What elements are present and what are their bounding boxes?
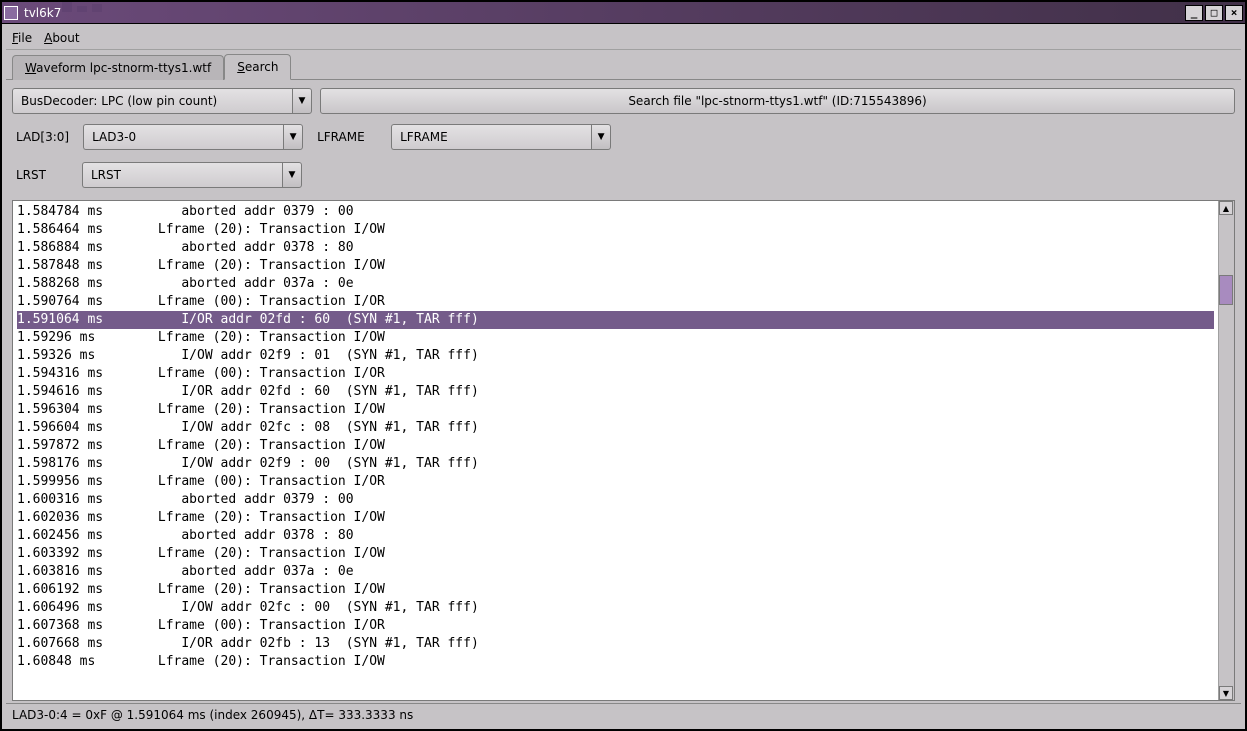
chevron-down-icon[interactable]: ▼ <box>283 124 303 150</box>
scroll-down-icon[interactable]: ▼ <box>1219 686 1233 700</box>
list-row[interactable]: 1.594616 ms I/OR addr 02fd : 60 (SYN #1,… <box>17 383 1214 401</box>
params-row-2: LRST LRST ▼ <box>6 156 1241 194</box>
list-row[interactable]: 1.607668 ms I/OR addr 02fb : 13 (SYN #1,… <box>17 635 1214 653</box>
tab-search[interactable]: Search <box>224 54 291 80</box>
menu-about[interactable]: About <box>44 31 80 45</box>
chevron-down-icon[interactable]: ▼ <box>292 88 312 114</box>
lrst-value: LRST <box>82 162 282 188</box>
lad-label: LAD[3:0] <box>16 130 69 144</box>
lframe-combo[interactable]: LFRAME ▼ <box>391 124 611 150</box>
list-row[interactable]: 1.586884 ms aborted addr 0378 : 80 <box>17 239 1214 257</box>
scroll-thumb[interactable] <box>1219 275 1233 305</box>
lframe-value: LFRAME <box>391 124 591 150</box>
lrst-combo[interactable]: LRST ▼ <box>82 162 302 188</box>
list-row[interactable]: 1.59326 ms I/OW addr 02f9 : 01 (SYN #1, … <box>17 347 1214 365</box>
search-file-label: Search file "lpc-stnorm-ttys1.wtf" (ID:7… <box>628 94 926 108</box>
chevron-down-icon[interactable]: ▼ <box>591 124 611 150</box>
results-area: 1.584784 ms aborted addr 0379 : 001.5864… <box>12 200 1235 701</box>
list-row[interactable]: 1.602036 ms Lframe (20): Transaction I/O… <box>17 509 1214 527</box>
chevron-down-icon[interactable]: ▼ <box>282 162 302 188</box>
list-row[interactable]: 1.588268 ms aborted addr 037a : 0e <box>17 275 1214 293</box>
app-icon <box>4 6 18 20</box>
menubar: File About <box>6 26 1241 50</box>
lrst-label: LRST <box>16 168 68 182</box>
list-row[interactable]: 1.591064 ms I/OR addr 02fd : 60 (SYN #1,… <box>17 311 1214 329</box>
list-row[interactable]: 1.596604 ms I/OW addr 02fc : 08 (SYN #1,… <box>17 419 1214 437</box>
maximize-button[interactable]: □ <box>1205 5 1223 21</box>
list-row[interactable]: 1.60848 ms Lframe (20): Transaction I/OW <box>17 653 1214 671</box>
params-row-1: LAD[3:0] LAD3-0 ▼ LFRAME LFRAME ▼ <box>6 118 1241 156</box>
list-row[interactable]: 1.584784 ms aborted addr 0379 : 00 <box>17 203 1214 221</box>
list-row[interactable]: 1.594316 ms Lframe (00): Transaction I/O… <box>17 365 1214 383</box>
tabstrip: Waveform lpc-stnorm-ttys1.wtf Search <box>6 50 1241 80</box>
lad-combo[interactable]: LAD3-0 ▼ <box>83 124 303 150</box>
statusbar: LAD3-0:4 = 0xF @ 1.591064 ms (index 2609… <box>6 703 1241 725</box>
busdecoder-value: BusDecoder: LPC (low pin count) <box>12 88 292 114</box>
list-row[interactable]: 1.603816 ms aborted addr 037a : 0e <box>17 563 1214 581</box>
list-row[interactable]: 1.602456 ms aborted addr 0378 : 80 <box>17 527 1214 545</box>
list-row[interactable]: 1.596304 ms Lframe (20): Transaction I/O… <box>17 401 1214 419</box>
menu-file[interactable]: File <box>12 31 32 45</box>
list-row[interactable]: 1.603392 ms Lframe (20): Transaction I/O… <box>17 545 1214 563</box>
busdecoder-combo[interactable]: BusDecoder: LPC (low pin count) ▼ <box>12 88 312 114</box>
tab-waveform[interactable]: Waveform lpc-stnorm-ttys1.wtf <box>12 55 224 80</box>
list-row[interactable]: 1.606192 ms Lframe (20): Transaction I/O… <box>17 581 1214 599</box>
scroll-up-icon[interactable]: ▲ <box>1219 201 1233 215</box>
titlebar[interactable]: tvl6k7 _ □ × <box>2 2 1245 24</box>
vertical-scrollbar[interactable]: ▲ ▼ <box>1218 201 1234 700</box>
client-area: File About Waveform lpc-stnorm-ttys1.wtf… <box>6 26 1241 725</box>
list-row[interactable]: 1.600316 ms aborted addr 0379 : 00 <box>17 491 1214 509</box>
list-row[interactable]: 1.586464 ms Lframe (20): Transaction I/O… <box>17 221 1214 239</box>
lframe-label: LFRAME <box>317 130 377 144</box>
list-row[interactable]: 1.597872 ms Lframe (20): Transaction I/O… <box>17 437 1214 455</box>
list-row[interactable]: 1.598176 ms I/OW addr 02f9 : 00 (SYN #1,… <box>17 455 1214 473</box>
titlebar-decoration <box>62 2 122 12</box>
search-file-button[interactable]: Search file "lpc-stnorm-ttys1.wtf" (ID:7… <box>320 88 1235 114</box>
window-title: tvl6k7 <box>24 6 1183 20</box>
list-row[interactable]: 1.587848 ms Lframe (20): Transaction I/O… <box>17 257 1214 275</box>
close-button[interactable]: × <box>1225 5 1243 21</box>
results-list[interactable]: 1.584784 ms aborted addr 0379 : 001.5864… <box>13 201 1218 700</box>
list-row[interactable]: 1.606496 ms I/OW addr 02fc : 00 (SYN #1,… <box>17 599 1214 617</box>
lad-value: LAD3-0 <box>83 124 283 150</box>
status-text: LAD3-0:4 = 0xF @ 1.591064 ms (index 2609… <box>12 708 413 722</box>
minimize-button[interactable]: _ <box>1185 5 1203 21</box>
list-row[interactable]: 1.59296 ms Lframe (20): Transaction I/OW <box>17 329 1214 347</box>
list-row[interactable]: 1.590764 ms Lframe (00): Transaction I/O… <box>17 293 1214 311</box>
list-row[interactable]: 1.599956 ms Lframe (00): Transaction I/O… <box>17 473 1214 491</box>
main-window: tvl6k7 _ □ × File About Waveform lpc-stn… <box>0 0 1247 731</box>
toolbar-row: BusDecoder: LPC (low pin count) ▼ Search… <box>6 80 1241 118</box>
list-row[interactable]: 1.607368 ms Lframe (00): Transaction I/O… <box>17 617 1214 635</box>
